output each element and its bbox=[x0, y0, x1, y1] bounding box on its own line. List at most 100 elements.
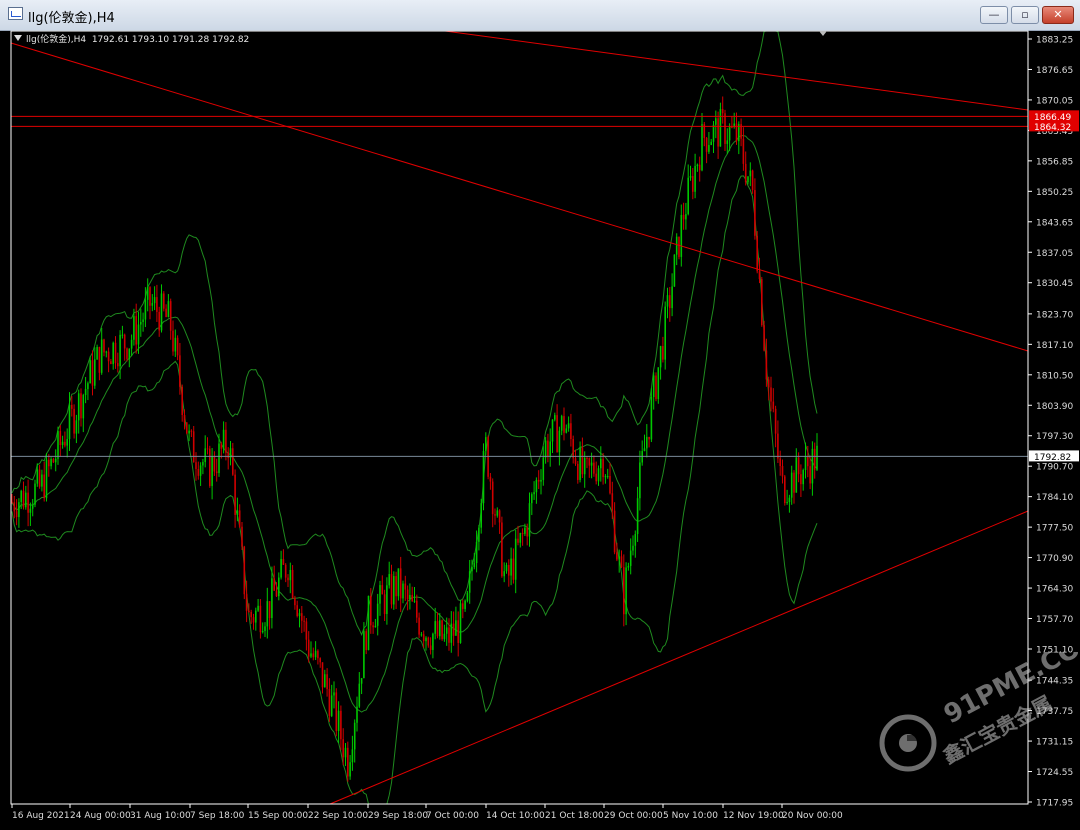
candle bbox=[441, 619, 443, 641]
candle-body bbox=[68, 404, 71, 440]
candle-body bbox=[487, 437, 489, 477]
candle-body bbox=[241, 526, 243, 547]
candle bbox=[22, 481, 25, 510]
candle-body bbox=[570, 423, 572, 440]
close-button[interactable]: ✕ bbox=[1042, 6, 1074, 24]
candle bbox=[151, 294, 154, 312]
candle-body bbox=[340, 710, 342, 740]
candle-body bbox=[710, 141, 712, 146]
candle-body bbox=[432, 633, 434, 650]
candle bbox=[770, 376, 772, 412]
candle-body bbox=[795, 457, 798, 493]
price-tick-label: 1876.65 bbox=[1036, 66, 1073, 76]
candle bbox=[781, 459, 784, 484]
candle bbox=[662, 336, 664, 363]
candle-body bbox=[307, 639, 310, 657]
candle-body bbox=[273, 578, 275, 591]
price-axis: 1883.251876.651870.051863.451856.851850.… bbox=[1028, 36, 1079, 809]
candle bbox=[678, 236, 680, 260]
restore-button[interactable]: ▫ bbox=[1011, 6, 1039, 24]
candle bbox=[372, 621, 374, 634]
candle-body bbox=[586, 457, 588, 459]
candle bbox=[66, 428, 68, 458]
candle-body bbox=[317, 650, 319, 659]
title-bar[interactable]: llg(伦敦金),H4 — ▫ ✕ bbox=[0, 0, 1080, 31]
candle-body bbox=[395, 576, 397, 597]
candle-body bbox=[664, 306, 666, 360]
candle-body bbox=[747, 176, 749, 183]
candle-body bbox=[436, 621, 439, 637]
candle-body bbox=[220, 443, 223, 449]
candle-body bbox=[577, 463, 579, 480]
candle bbox=[204, 435, 206, 468]
candle bbox=[289, 562, 292, 594]
candle-body bbox=[505, 565, 508, 572]
candle-body bbox=[126, 348, 128, 359]
price-tick-label: 1777.50 bbox=[1036, 524, 1073, 534]
candle-body bbox=[321, 662, 324, 688]
candle-body bbox=[264, 626, 266, 631]
candle-body bbox=[342, 739, 344, 758]
candle-body bbox=[255, 610, 257, 623]
candle bbox=[489, 473, 492, 490]
price-tick-label: 1810.50 bbox=[1036, 371, 1073, 381]
candle bbox=[498, 509, 501, 534]
candle bbox=[774, 405, 777, 448]
candle bbox=[257, 598, 259, 612]
candle-body bbox=[144, 299, 147, 320]
candle-body bbox=[756, 235, 758, 272]
candle bbox=[202, 458, 204, 475]
candle-body bbox=[763, 325, 765, 351]
candle-body bbox=[61, 441, 64, 446]
candle-body bbox=[639, 462, 641, 499]
candle bbox=[165, 304, 167, 318]
minimize-button[interactable]: — bbox=[980, 6, 1008, 24]
candle-body bbox=[123, 334, 126, 349]
candle-body bbox=[130, 339, 133, 349]
collapse-triangle-icon[interactable] bbox=[14, 35, 22, 41]
candle-body bbox=[652, 375, 655, 398]
candle bbox=[160, 284, 163, 333]
candle-body bbox=[560, 416, 563, 431]
candle bbox=[558, 426, 561, 466]
candle bbox=[811, 441, 814, 496]
candle bbox=[604, 474, 607, 484]
candle bbox=[103, 338, 105, 357]
price-label-text: 1864.32 bbox=[1034, 123, 1071, 133]
candle bbox=[146, 278, 149, 312]
candle-body bbox=[804, 455, 807, 471]
candle-body bbox=[517, 538, 519, 543]
candle bbox=[287, 574, 289, 588]
candle-body bbox=[275, 590, 278, 597]
price-chart[interactable]: 1883.251876.651870.051863.451856.851850.… bbox=[0, 30, 1080, 830]
candle-body bbox=[38, 469, 41, 487]
candle-body bbox=[64, 441, 66, 446]
candle-body bbox=[535, 479, 538, 493]
candle bbox=[480, 498, 482, 534]
candle-body bbox=[29, 508, 32, 513]
candle bbox=[305, 618, 308, 651]
candle-body bbox=[790, 472, 793, 498]
candle-body bbox=[310, 653, 312, 657]
candle-body bbox=[114, 342, 117, 364]
time-tick-label: 7 Oct 00:00 bbox=[426, 811, 479, 821]
candle bbox=[243, 545, 246, 600]
candle bbox=[464, 599, 466, 612]
candle-body bbox=[250, 611, 252, 618]
candle bbox=[740, 118, 742, 147]
candle bbox=[682, 202, 685, 230]
candle bbox=[227, 447, 229, 470]
candle-body bbox=[512, 558, 515, 580]
candle-body bbox=[754, 190, 756, 236]
candle bbox=[503, 562, 505, 583]
candle-body bbox=[151, 303, 154, 306]
candle bbox=[436, 612, 439, 639]
candle bbox=[439, 612, 441, 640]
time-tick-label: 31 Aug 10:00 bbox=[130, 811, 191, 821]
symbol-infobar: llg(伦敦金),H4 1792.61 1793.10 1791.28 1792… bbox=[14, 32, 249, 45]
candle-body bbox=[119, 334, 121, 367]
candle bbox=[491, 478, 494, 528]
candle bbox=[698, 156, 701, 182]
candle-body bbox=[388, 574, 390, 586]
candle-body bbox=[411, 594, 413, 602]
